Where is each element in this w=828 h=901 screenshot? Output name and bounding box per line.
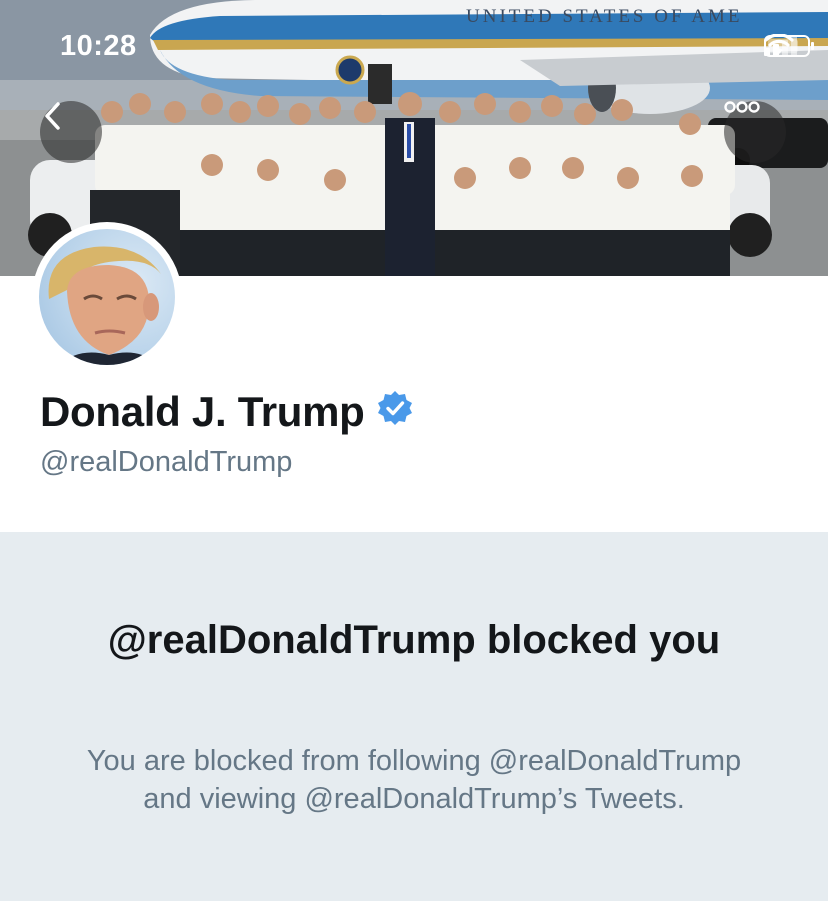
profile-avatar[interactable] [32, 222, 182, 372]
aircraft-lettering: UNITED STATES OF AME [466, 6, 742, 27]
profile-handle: @realDonaldTrump [40, 446, 293, 478]
verified-badge-icon [377, 388, 413, 436]
more-options-button[interactable] [724, 101, 786, 163]
chevron-left-icon [45, 102, 60, 130]
blocked-description: You are blocked from following @realDona… [86, 745, 742, 815]
status-bar-time: 10:28 [60, 30, 137, 62]
back-button[interactable] [40, 101, 102, 163]
blocked-notice-panel: @realDonaldTrump blocked you You are blo… [0, 532, 828, 901]
avatar-photo [39, 229, 175, 365]
display-name: Donald J. Trump [40, 388, 365, 435]
more-options-icon [724, 101, 760, 113]
blocked-title: @realDonaldTrump blocked you [107, 618, 721, 662]
profile-name-row: Donald J. Trump [40, 388, 413, 436]
